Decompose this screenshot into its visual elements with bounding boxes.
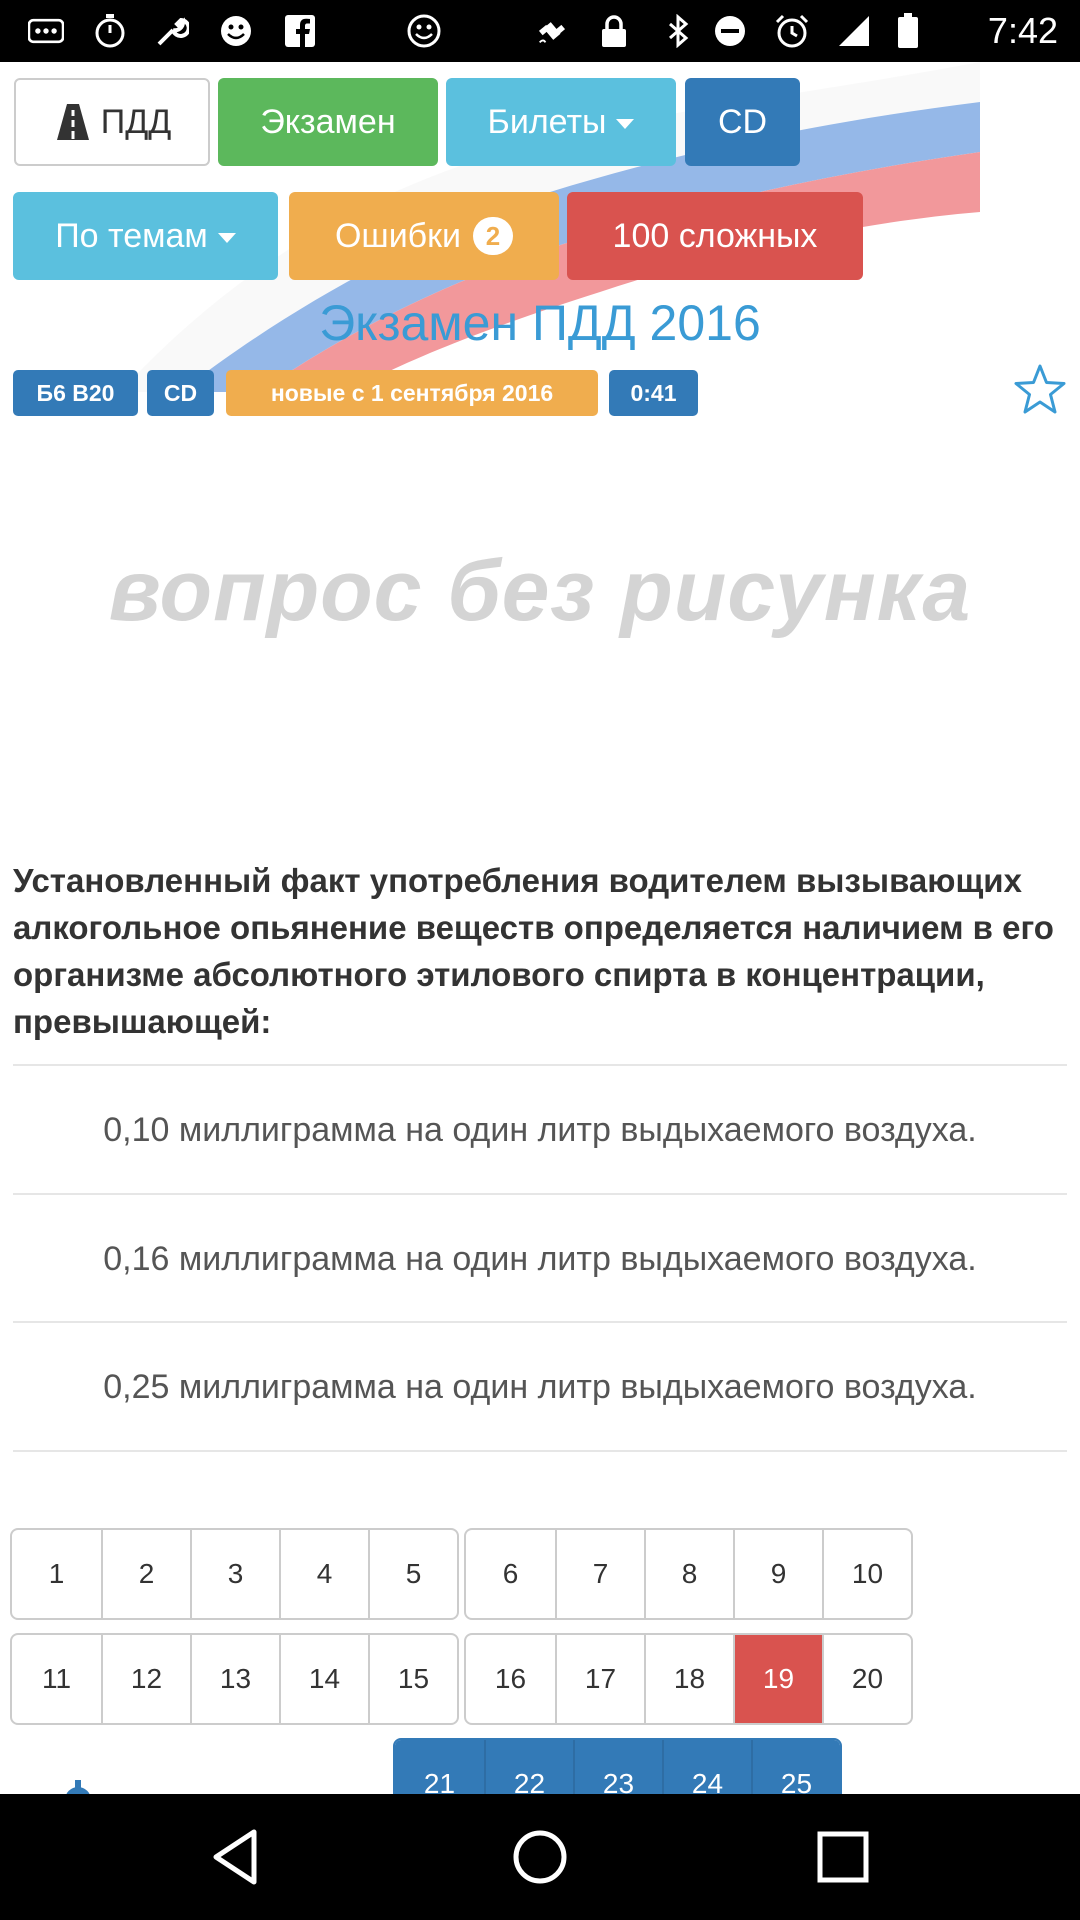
category-badge: CD [147,370,214,416]
question-pagination-group: 21 22 23 24 25 [393,1738,842,1794]
status-bar: 7:42 [0,0,1080,62]
question-number-button[interactable]: 25 [751,1740,840,1794]
cd-label: CD [717,102,768,141]
wrench-icon [154,14,190,48]
question-number-button[interactable]: 20 [822,1635,911,1723]
question-number-button[interactable]: 9 [733,1530,822,1618]
question-pagination-group: 16 17 18 19 20 [464,1633,913,1725]
timer-icon [92,14,128,48]
question-number-button[interactable]: 1 [12,1530,101,1618]
question-number-button[interactable]: 5 [368,1530,457,1618]
question-number-button[interactable]: 2 [101,1530,190,1618]
gear-icon[interactable] [56,1778,100,1794]
question-number-button[interactable]: 7 [555,1530,644,1618]
question-number-button[interactable]: 3 [190,1530,279,1618]
question-number-button-active[interactable]: 19 [733,1635,822,1723]
question-pagination-group: 6 7 8 9 10 [464,1528,913,1620]
no-picture-placeholder: вопрос без рисунка [108,543,972,639]
question-number-button[interactable]: 13 [190,1635,279,1723]
more-icon [28,14,64,48]
question-number-button[interactable]: 4 [279,1530,368,1618]
smiley-icon [406,14,442,48]
back-icon[interactable] [202,1822,272,1892]
caret-down-icon [616,119,635,129]
fake-gps-icon [534,14,570,48]
exam-label: Экзамен [260,102,396,141]
divider [13,1450,1067,1452]
question-pagination-group: 1 2 3 4 5 [10,1528,459,1620]
question-number-button[interactable]: 16 [466,1635,555,1723]
question-number-button[interactable]: 14 [279,1635,368,1723]
category-cd-button[interactable]: CD [685,78,800,166]
question-number-button[interactable]: 18 [644,1635,733,1723]
recents-icon[interactable] [808,1822,878,1892]
errors-label: Ошибки [334,216,462,255]
ticket-question-badge: Б6 В20 [13,370,138,416]
question-number-button[interactable]: 17 [555,1635,644,1723]
page-title: Экзамен ПДД 2016 [319,295,761,351]
question-number-button[interactable]: 24 [662,1740,751,1794]
pdd-home-button[interactable]: ПДД [14,78,210,166]
tickets-dropdown-button[interactable]: Билеты [446,78,676,166]
bluetooth-icon [660,14,696,48]
new-rules-badge: новые с 1 сентября 2016 [226,370,598,416]
topics-dropdown-button[interactable]: По темам [13,192,278,280]
facebook-icon [282,14,318,48]
caret-down-icon [217,233,236,243]
question-number-button[interactable]: 12 [101,1635,190,1723]
question-number-button[interactable]: 8 [644,1530,733,1618]
answer-option-2[interactable]: 0,16 миллиграмма на один литр выдыхаемог… [13,1195,1067,1323]
home-icon[interactable] [505,1822,575,1892]
question-number-button[interactable]: 6 [466,1530,555,1618]
alarm-icon [774,14,810,48]
question-number-button[interactable]: 23 [573,1740,662,1794]
question-number-button[interactable]: 11 [12,1635,101,1723]
errors-count-badge: 2 [473,217,514,255]
pdd-label: ПДД [100,102,172,141]
star-icon[interactable] [1012,362,1068,418]
minus-circle-icon [712,14,748,48]
hard-label: 100 сложных [612,216,818,255]
timer-badge: 0:41 [609,370,698,416]
exam-button[interactable]: Экзамен [218,78,438,166]
question-text: Установленный факт употребления водителе… [13,862,1054,1040]
hard-questions-button[interactable]: 100 сложных [567,192,863,280]
road-icon [56,104,89,140]
answer-option-3[interactable]: 0,25 миллиграмма на один литр выдыхаемог… [13,1323,1067,1451]
signal-icon [836,14,872,48]
smiley-icon [218,14,254,48]
topics-label: По темам [55,216,208,255]
system-navigation-bar [0,1794,1080,1920]
question-pagination-group: 11 12 13 14 15 [10,1633,459,1725]
question-number-button[interactable]: 21 [395,1740,484,1794]
question-number-button[interactable]: 15 [368,1635,457,1723]
lock-icon [596,14,632,48]
app-content: ПДД Экзамен Билеты CD По темам Ошибки 2 … [0,62,1080,1794]
battery-icon [890,13,926,48]
errors-button[interactable]: Ошибки 2 [289,192,559,280]
tickets-label: Билеты [487,102,607,141]
question-number-button[interactable]: 22 [484,1740,573,1794]
question-number-button[interactable]: 10 [822,1530,911,1618]
answer-option-1[interactable]: 0,10 миллиграмма на один литр выдыхаемог… [13,1066,1067,1194]
status-time: 7:42 [987,10,1058,51]
